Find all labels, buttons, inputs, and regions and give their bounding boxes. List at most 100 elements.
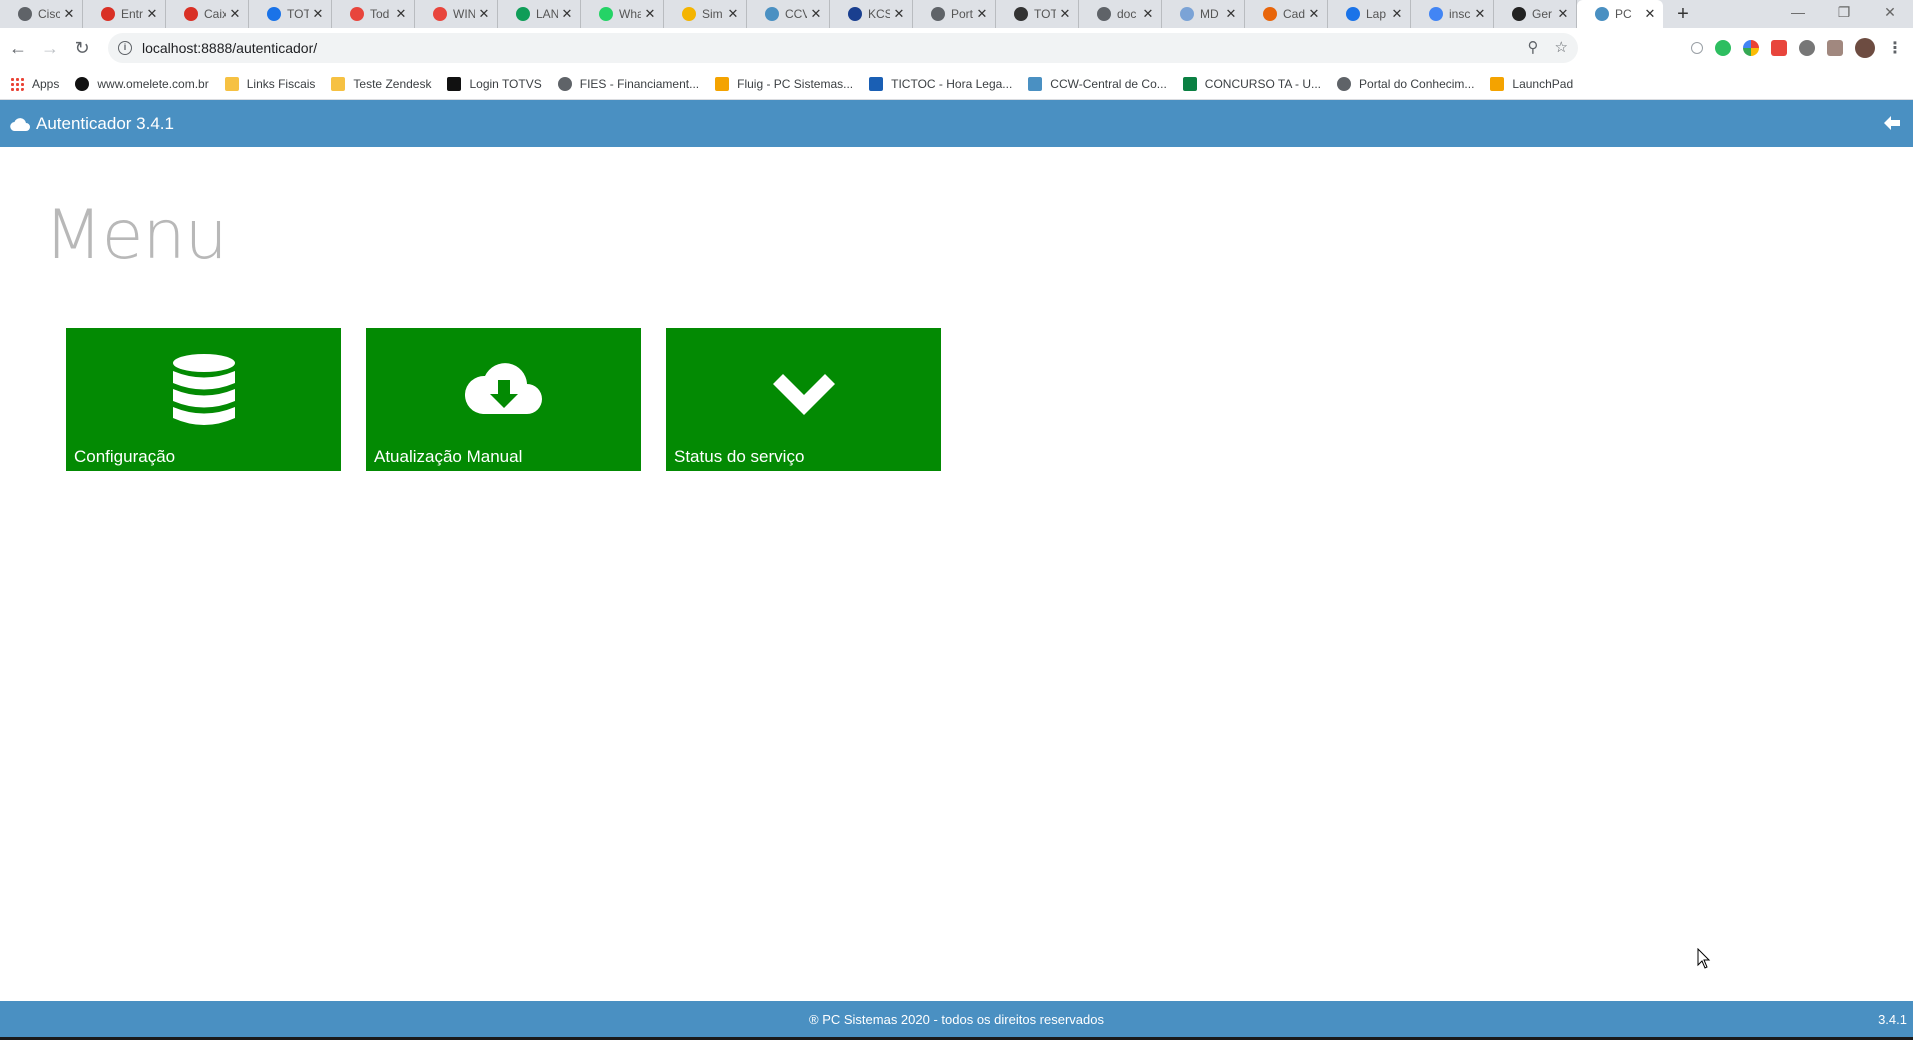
tab-title: Lap bbox=[1366, 7, 1387, 21]
tile-status-do-servico[interactable]: Status do serviço bbox=[666, 328, 941, 471]
browser-menu-icon[interactable]: ⋮ bbox=[1887, 38, 1903, 58]
browser-tab[interactable]: MD ✕ bbox=[1162, 0, 1245, 28]
zoom-icon[interactable]: ⚲ bbox=[1528, 38, 1539, 56]
address-bar[interactable]: i localhost:8888/autenticador/ ⚲ ☆ bbox=[108, 33, 1578, 63]
browser-tab[interactable]: Cad ✕ bbox=[1245, 0, 1328, 28]
browser-tab[interactable]: Tod ✕ bbox=[332, 0, 415, 28]
back-arrow-icon[interactable] bbox=[1883, 114, 1901, 137]
tab-close-icon[interactable]: ✕ bbox=[1222, 6, 1240, 22]
bookmark-item[interactable]: LaunchPad bbox=[1490, 76, 1573, 91]
tab-close-icon[interactable]: ✕ bbox=[973, 6, 991, 22]
bookmark-item[interactable]: CCW-Central de Co... bbox=[1028, 76, 1167, 91]
extension-s-icon[interactable] bbox=[1771, 40, 1787, 56]
tab-close-icon[interactable]: ✕ bbox=[724, 6, 742, 22]
browser-tab[interactable]: WIN ✕ bbox=[415, 0, 498, 28]
tile-atualizacao-manual[interactable]: Atualização Manual bbox=[366, 328, 641, 471]
globe-icon bbox=[931, 7, 945, 21]
browser-tab[interactable]: Port ✕ bbox=[913, 0, 996, 28]
browser-tab[interactable]: Sim ✕ bbox=[664, 0, 747, 28]
app-title: Autenticador 3.4.1 bbox=[36, 113, 174, 133]
browser-tab[interactable]: Wha✕ bbox=[581, 0, 664, 28]
database-icon bbox=[172, 354, 235, 425]
tab-close-icon[interactable]: ✕ bbox=[1471, 6, 1489, 22]
tab-close-icon[interactable]: ✕ bbox=[392, 6, 410, 22]
globe-icon bbox=[557, 76, 572, 91]
browser-tab[interactable]: Entr ✕ bbox=[83, 0, 166, 28]
tab-close-icon[interactable]: ✕ bbox=[558, 6, 576, 22]
extension-evernote-icon[interactable] bbox=[1715, 40, 1731, 56]
minimize-icon[interactable]: — bbox=[1775, 0, 1821, 28]
tab-close-icon[interactable]: ✕ bbox=[641, 6, 659, 22]
bookmark-item[interactable]: Apps bbox=[10, 76, 59, 91]
browser-tab[interactable]: LAN ✕ bbox=[498, 0, 581, 28]
reload-icon[interactable]: ↻ bbox=[66, 32, 98, 64]
browser-tab[interactable]: doc ✕ bbox=[1079, 0, 1162, 28]
bookmark-label: www.omelete.com.br bbox=[97, 76, 209, 91]
pc-icon bbox=[1028, 76, 1043, 91]
extension-pdf-icon[interactable] bbox=[1827, 40, 1843, 56]
bookmark-item[interactable]: FIES - Financiament... bbox=[557, 76, 699, 91]
browser-tab[interactable]: KCS✕ bbox=[830, 0, 913, 28]
browser-tab[interactable]: PC ✕ bbox=[1577, 0, 1663, 28]
bookmark-item[interactable]: www.omelete.com.br bbox=[75, 76, 209, 91]
browser-tab[interactable]: CCV✕ bbox=[747, 0, 830, 28]
site-info-icon[interactable]: i bbox=[118, 41, 132, 55]
bookmark-item[interactable]: CONCURSO TA - U... bbox=[1182, 76, 1321, 91]
profile-avatar[interactable] bbox=[1855, 38, 1875, 58]
cloud-icon bbox=[10, 117, 30, 131]
bookmark-item[interactable]: Portal do Conhecim... bbox=[1337, 76, 1475, 91]
tab-close-icon[interactable]: ✕ bbox=[1056, 6, 1074, 22]
browser-tab[interactable]: insc ✕ bbox=[1411, 0, 1494, 28]
extension-google-icon[interactable] bbox=[1743, 40, 1759, 56]
tab-close-icon[interactable]: ✕ bbox=[890, 6, 908, 22]
tab-title: Ger bbox=[1532, 7, 1553, 21]
bookmark-label: Teste Zendesk bbox=[353, 76, 432, 91]
tab-close-icon[interactable]: ✕ bbox=[1139, 6, 1157, 22]
bookmark-item[interactable]: TICTOC - Hora Lega... bbox=[869, 76, 1012, 91]
browser-tab[interactable]: Caix ✕ bbox=[166, 0, 249, 28]
bookmark-item[interactable]: Fluig - PC Sistemas... bbox=[715, 76, 853, 91]
md-bold-icon bbox=[1512, 7, 1526, 21]
app-header: Autenticador 3.4.1 bbox=[0, 100, 1913, 147]
restore-icon[interactable]: ❐ bbox=[1821, 0, 1867, 28]
browser-tab[interactable]: TOT ✕ bbox=[996, 0, 1079, 28]
bookmark-item[interactable]: Teste Zendesk bbox=[331, 76, 432, 91]
tab-close-icon[interactable]: ✕ bbox=[807, 6, 825, 22]
tab-title: Cad bbox=[1283, 7, 1305, 21]
tab-close-icon[interactable]: ✕ bbox=[1641, 6, 1659, 22]
address-url[interactable]: localhost:8888/autenticador/ bbox=[142, 40, 317, 56]
tile-configuracao[interactable]: Configuração bbox=[66, 328, 341, 471]
bookmark-label: Portal do Conhecim... bbox=[1359, 76, 1475, 91]
extension-info-icon[interactable] bbox=[1691, 42, 1703, 54]
kcs-icon bbox=[848, 7, 862, 21]
new-tab-button[interactable]: + bbox=[1669, 0, 1697, 28]
close-window-icon[interactable]: ✕ bbox=[1867, 0, 1913, 28]
tab-close-icon[interactable]: ✕ bbox=[1305, 6, 1323, 22]
forward-icon[interactable]: → bbox=[34, 32, 66, 64]
bookmark-label: Login TOTVS bbox=[469, 76, 542, 91]
browser-toolbar: ← → ↻ i localhost:8888/autenticador/ ⚲ ☆… bbox=[0, 28, 1913, 68]
folder-icon bbox=[331, 76, 346, 91]
tab-close-icon[interactable]: ✕ bbox=[60, 6, 78, 22]
browser-tab[interactable]: Cisc ✕ bbox=[0, 0, 83, 28]
tab-title: Tod bbox=[370, 7, 390, 21]
bookmark-star-icon[interactable]: ☆ bbox=[1555, 38, 1568, 56]
browser-tab[interactable]: TOT ✕ bbox=[249, 0, 332, 28]
back-icon[interactable]: ← bbox=[2, 32, 34, 64]
tab-close-icon[interactable]: ✕ bbox=[143, 6, 161, 22]
bookmark-item[interactable]: Links Fiscais bbox=[224, 76, 315, 91]
bookmark-item[interactable]: Login TOTVS bbox=[447, 76, 542, 91]
tab-close-icon[interactable]: ✕ bbox=[1554, 6, 1572, 22]
browser-tab[interactable]: Lap ✕ bbox=[1328, 0, 1411, 28]
tab-close-icon[interactable]: ✕ bbox=[226, 6, 244, 22]
extension-round-icon[interactable] bbox=[1799, 40, 1815, 56]
tab-strip: Cisc✕Entr✕Caix✕TOT✕Tod✕WIN✕LAN✕Wha✕Sim✕C… bbox=[0, 0, 1913, 28]
tab-title: doc bbox=[1117, 7, 1137, 21]
gmail-icon bbox=[101, 7, 115, 21]
tile-label: Status do serviço bbox=[674, 447, 805, 466]
app-brand[interactable]: Autenticador 3.4.1 bbox=[10, 114, 174, 134]
tab-close-icon[interactable]: ✕ bbox=[1388, 6, 1406, 22]
browser-tab[interactable]: Ger ✕ bbox=[1494, 0, 1577, 28]
tab-close-icon[interactable]: ✕ bbox=[475, 6, 493, 22]
tab-close-icon[interactable]: ✕ bbox=[309, 6, 327, 22]
